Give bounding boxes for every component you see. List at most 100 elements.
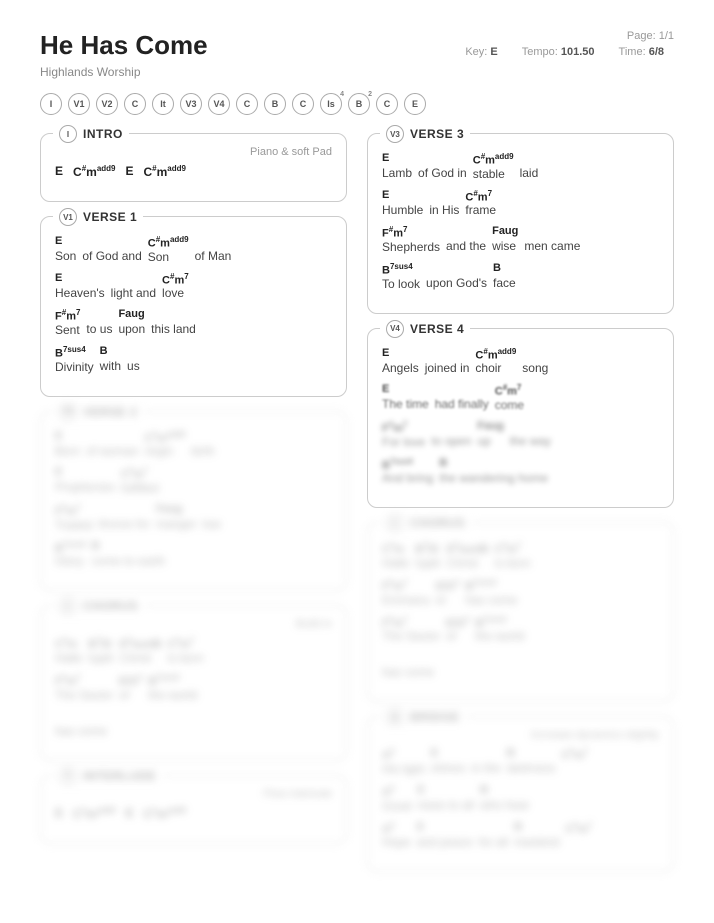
section: V2VERSE 2EBornof womanC#madd9virginbirth… bbox=[40, 411, 347, 592]
chord: C#m7 bbox=[494, 541, 530, 556]
word-cell: joined in bbox=[425, 347, 470, 376]
lyric: shines bbox=[431, 761, 466, 775]
nav-pill[interactable]: E bbox=[404, 93, 426, 115]
lyric: To look bbox=[382, 277, 420, 291]
nav-pill[interactable]: C bbox=[292, 93, 314, 115]
nav-pill[interactable]: V1 bbox=[68, 93, 90, 115]
nav-pill[interactable]: Is bbox=[320, 93, 342, 115]
lyric: of God and bbox=[82, 249, 141, 263]
chord: E bbox=[382, 347, 419, 361]
chord bbox=[418, 152, 467, 166]
nav-pill[interactable]: C bbox=[124, 93, 146, 115]
chord: E/G# bbox=[446, 615, 469, 630]
lyric: news to all bbox=[417, 798, 474, 812]
word-cell: ESon bbox=[55, 235, 76, 264]
chord: B7sus4 bbox=[382, 457, 433, 472]
lyric: of bbox=[119, 688, 142, 702]
word-cell: E/G#of bbox=[119, 673, 142, 702]
chord: E bbox=[417, 821, 473, 835]
chord: C#madd9 bbox=[473, 152, 514, 167]
lyric: Halle bbox=[55, 651, 82, 665]
chord bbox=[99, 503, 150, 517]
word-cell: EProphecies bbox=[55, 466, 115, 495]
word-cell: Faugup bbox=[477, 420, 503, 449]
lyric: The Savior bbox=[55, 688, 113, 702]
nav-pill[interactable]: C bbox=[376, 93, 398, 115]
chord: E bbox=[55, 272, 105, 286]
lyric: virgin bbox=[144, 444, 185, 458]
word-cell: E2sus/BChrist bbox=[120, 636, 162, 665]
section-badge: V4 bbox=[386, 320, 404, 338]
artist-name: Highlands Worship bbox=[40, 65, 674, 79]
word-cell: B7sus4the world bbox=[148, 673, 197, 702]
lyric: Hope bbox=[382, 835, 411, 849]
lyric: this land bbox=[151, 322, 196, 336]
nav-pill[interactable]: V4 bbox=[208, 93, 230, 115]
chord bbox=[151, 308, 196, 322]
lyric: el bbox=[436, 593, 459, 607]
chord: F#m7 bbox=[382, 615, 440, 630]
lyric: the world bbox=[475, 629, 524, 643]
word-cell: light and bbox=[111, 272, 156, 301]
section-badge: V2 bbox=[59, 403, 77, 421]
chord: C#madd9 bbox=[73, 164, 115, 179]
section: CCHORUSC#mHalleB7/DlujahE2sus/BChristC#m… bbox=[367, 522, 674, 702]
lyric: Prophecies bbox=[55, 480, 115, 494]
chord: A2 bbox=[382, 747, 425, 762]
word-cell: Bmankind bbox=[514, 821, 559, 850]
nav-pill[interactable]: I bbox=[40, 93, 62, 115]
lyric: in His bbox=[429, 203, 459, 217]
word-cell: F#m7For love bbox=[382, 420, 425, 449]
nav-pill[interactable]: B bbox=[348, 93, 370, 115]
section-note: Piano & soft Pad bbox=[55, 146, 332, 158]
nav-pill[interactable]: V2 bbox=[96, 93, 118, 115]
word-cell: and the bbox=[446, 225, 486, 254]
word-cell: EHeaven's bbox=[55, 272, 105, 301]
section-badge: It bbox=[59, 767, 77, 785]
lyric: of woman bbox=[86, 444, 138, 458]
word-cell: C#madd9 bbox=[144, 806, 186, 821]
lyric: Emmanu bbox=[382, 593, 430, 607]
section-badge: I bbox=[59, 125, 77, 143]
chord bbox=[524, 225, 580, 239]
chord: C#madd9 bbox=[144, 806, 186, 821]
chord bbox=[191, 430, 214, 444]
lyric: upon God's bbox=[426, 276, 487, 290]
lyric: Christ bbox=[447, 556, 489, 570]
word-cell: E bbox=[55, 164, 63, 179]
lyric: frame bbox=[465, 203, 496, 217]
lyric: And bring bbox=[382, 471, 433, 485]
chord: E bbox=[55, 430, 80, 444]
chord: E2sus/B bbox=[120, 636, 162, 651]
lyric: is born bbox=[167, 651, 203, 665]
chord: Faug bbox=[118, 308, 145, 322]
lyric: upon bbox=[118, 322, 145, 336]
chord: B7sus4 bbox=[55, 540, 86, 555]
chord: C#madd9 bbox=[144, 164, 186, 179]
chord: B7sus4 bbox=[465, 578, 517, 593]
chord: B bbox=[480, 784, 529, 798]
nav-pill[interactable]: V3 bbox=[180, 93, 202, 115]
chord bbox=[479, 821, 508, 835]
chord: F#m7 bbox=[382, 578, 430, 593]
lyric: has come bbox=[465, 593, 517, 607]
word-cell: C#m7fulfilled bbox=[121, 466, 158, 495]
word-cell: of woman bbox=[86, 430, 138, 459]
lyric: The time bbox=[382, 397, 429, 411]
chord bbox=[510, 420, 551, 434]
chord: C#madd9 bbox=[475, 347, 516, 362]
nav-pill[interactable]: It bbox=[152, 93, 174, 115]
lyric: song bbox=[522, 361, 548, 375]
page-value: 1/1 bbox=[659, 30, 674, 42]
section: ItINTERLUDEFlow interludeEC#madd9EC#madd… bbox=[40, 775, 347, 844]
word-cell: B7sus4And bring bbox=[382, 457, 433, 486]
lyric: Born bbox=[55, 444, 80, 458]
lyric: Son bbox=[55, 249, 76, 263]
nav-pill[interactable]: C bbox=[236, 93, 258, 115]
chord: E bbox=[431, 747, 466, 761]
lyric: to us bbox=[86, 322, 112, 336]
lyric: love bbox=[162, 286, 189, 300]
word-cell: A2Good bbox=[382, 784, 411, 813]
chord: C#madd9 bbox=[73, 806, 115, 821]
nav-pill[interactable]: B bbox=[264, 93, 286, 115]
